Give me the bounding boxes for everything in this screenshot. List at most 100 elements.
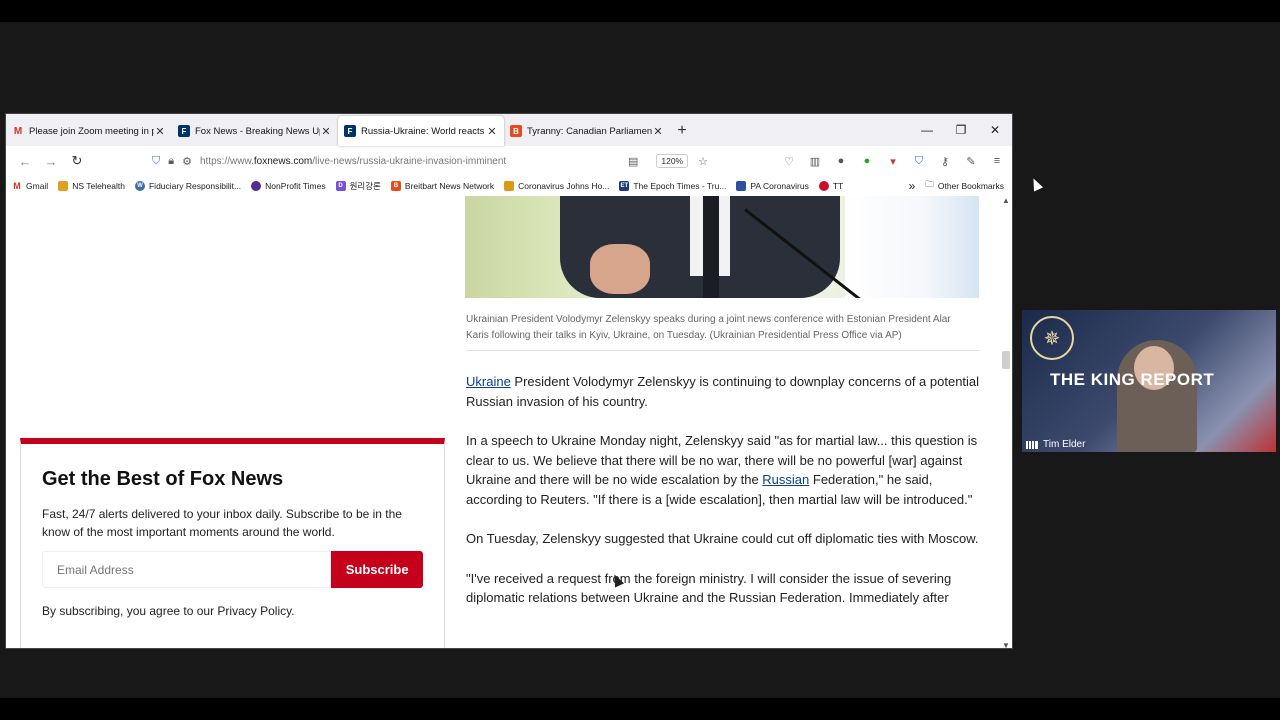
extension-t-icon[interactable]: ● [828,155,854,167]
page-scrollbar[interactable]: ▲ ▼ [1000,196,1012,648]
tt-icon [818,181,829,191]
tab-russia-ukraine[interactable]: F Russia-Ukraine: World reacts as ✕ [338,116,504,146]
bookmark-fiduciary[interactable]: W Fiduciary Responsibilit... [134,181,241,191]
tab-zoom-meeting[interactable]: M Please join Zoom meeting in pr ✕ [6,116,172,146]
newsletter-signup: Get the Best of Fox News Fast, 24/7 aler… [20,438,445,648]
extension-green-icon[interactable]: ● [854,155,880,167]
caption-divider [466,350,979,351]
participant-name: Tim Elder [1043,439,1086,450]
signal-bars-icon [1026,440,1038,449]
tracking-protection-icon[interactable]: ⛉ [152,155,160,168]
image-caption: Ukrainian President Volodymyr Zelenskyy … [466,314,951,341]
new-tab-button[interactable]: + [670,116,694,146]
newsletter-legal: By subscribing, you agree to our Privacy… [42,604,295,618]
folder-icon [58,181,69,191]
scroll-down-icon[interactable]: ▼ [1000,641,1012,648]
tab-title: Fox News - Breaking News Upd [195,125,320,137]
article-paragraph-2: In a speech to Ukraine Monday night, Zel… [466,433,978,507]
extension-red-icon[interactable]: ▾ [880,155,906,168]
screen-bottom-bar [0,698,1280,720]
bookmark-epoch-times[interactable]: ET The Epoch Times - Tru... [619,181,726,191]
extension-toolbar: ♡ ▥ ● ● ▾ ⛉ ⚷ ✎ ≡ [776,149,1010,173]
window-controls: — ❐ ✕ [910,114,1012,146]
breitbart-icon: B [510,125,522,137]
extension-shield-icon[interactable]: ⛉ [906,155,932,168]
flag-backdrop [845,196,979,298]
article-paragraph-1: Ukraine President Volodymyr Zelenskyy is… [466,374,980,409]
russian-link[interactable]: Russian [762,472,809,487]
page-content: Ukrainian President Volodymyr Zelenskyy … [6,196,1012,648]
bookmarks-toolbar: M Gmail NS Telehealth W Fiduciary Responsi… [6,176,1012,196]
bookmark-pa-coronavirus[interactable]: PA Coronavirus [736,181,809,191]
bookmark-star-icon[interactable]: ☆ [698,155,708,168]
tie-shape [703,196,719,298]
fox-news-icon: F [178,125,190,137]
lock-icon[interactable]: 🔒︎ [168,155,174,168]
permissions-icon[interactable]: ⚙ [182,155,192,168]
bookmark-ns-telehealth[interactable]: NS Telehealth [58,181,125,191]
forward-icon[interactable]: → [38,148,64,174]
article-hero-image [465,196,979,298]
bookmark-breitbart[interactable]: B Breitbart News Network [390,181,494,191]
breitbart-icon: B [390,181,401,191]
bookmark-korean[interactable]: D 원리강론 [335,180,381,192]
folder-icon: 🗀 [925,179,934,189]
bookmark-coronavirus-jhu[interactable]: Coronavirus Johns Ho... [504,181,609,191]
scrollbar-thumb[interactable] [1002,351,1010,369]
article-paragraph-3: On Tuesday, Zelenskyy suggested that Ukr… [466,531,979,546]
wordpress-icon: W [134,181,145,191]
newsletter-description: Fast, 24/7 alerts delivered to your inbo… [42,507,402,539]
reader-view-icon[interactable]: ▤ [628,155,638,168]
email-field[interactable] [42,551,332,588]
bookmarks-overflow-icon[interactable]: » [909,179,916,193]
bookmarks-right: » 🗀 Other Bookmarks [909,176,1004,196]
participant-label: Tim Elder [1026,439,1085,450]
zoom-level[interactable]: 120% [656,154,689,168]
gmail-icon: M [13,181,21,191]
restore-button[interactable]: ❐ [944,114,978,146]
bookmark-gmail[interactable]: M Gmail [12,181,48,191]
pocket-icon[interactable]: ♡ [776,155,802,168]
tab-fox-news[interactable]: F Fox News - Breaking News Upd ✕ [172,116,338,146]
url-bar[interactable]: ⛉ 🔒︎ ⚙ https://www.foxnews.com/live-news… [152,149,716,173]
extension-pen-icon[interactable]: ✎ [958,155,984,168]
reload-icon[interactable]: ↻ [64,148,90,174]
close-icon[interactable]: ✕ [486,125,498,138]
close-window-button[interactable]: ✕ [978,114,1012,146]
minimize-button[interactable]: — [910,114,944,146]
bookmark-nonprofit-times[interactable]: NonProfit Times [251,181,326,191]
tab-tyranny[interactable]: B Tyranny: Canadian Parliament V ✕ [504,116,670,146]
subscribe-button[interactable]: Subscribe [331,551,423,588]
book-icon: D [335,181,346,191]
pa-icon [736,181,747,191]
emblem-icon: ✵ [1030,316,1074,360]
menu-icon[interactable]: ≡ [984,155,1010,167]
url-text[interactable]: https://www.foxnews.com/live-news/russia… [200,156,628,167]
close-icon[interactable]: ✕ [652,125,664,138]
tab-strip: M Please join Zoom meeting in pr ✕ F Fox… [6,114,1012,146]
jhu-icon [504,181,515,191]
tab-title: Please join Zoom meeting in pr [29,125,154,137]
bookmark-tt[interactable]: TT [818,181,843,191]
sidebar-icon[interactable]: ▥ [802,155,828,168]
ukraine-link[interactable]: Ukraine [466,374,511,389]
back-icon[interactable]: ← [12,148,38,174]
newsletter-heading: Get the Best of Fox News [42,468,284,490]
scroll-up-icon[interactable]: ▲ [1000,196,1012,205]
other-bookmarks-folder[interactable]: 🗀 Other Bookmarks [925,179,1004,193]
hand-shape [590,244,650,294]
mouse-cursor [1028,176,1044,192]
article-paragraph-4: "I've received a request from the foreig… [466,570,952,606]
fox-news-icon: F [344,125,356,137]
extension-key-icon[interactable]: ⚷ [932,155,958,168]
tab-title: Russia-Ukraine: World reacts as [361,125,486,137]
gmail-icon: M [13,125,23,137]
epoch-times-icon: ET [619,181,630,191]
close-icon[interactable]: ✕ [320,125,332,138]
tab-title: Tyranny: Canadian Parliament V [527,125,652,137]
screen-top-bar [0,0,1280,22]
navigation-bar: ← → ↻ ⛉ 🔒︎ ⚙ https://www.foxnews.com/liv… [6,146,1012,176]
close-icon[interactable]: ✕ [154,125,166,138]
video-overlay: ✵ THE KING REPORT Tim Elder [1022,310,1276,452]
newsletter-form: Subscribe [42,551,423,588]
